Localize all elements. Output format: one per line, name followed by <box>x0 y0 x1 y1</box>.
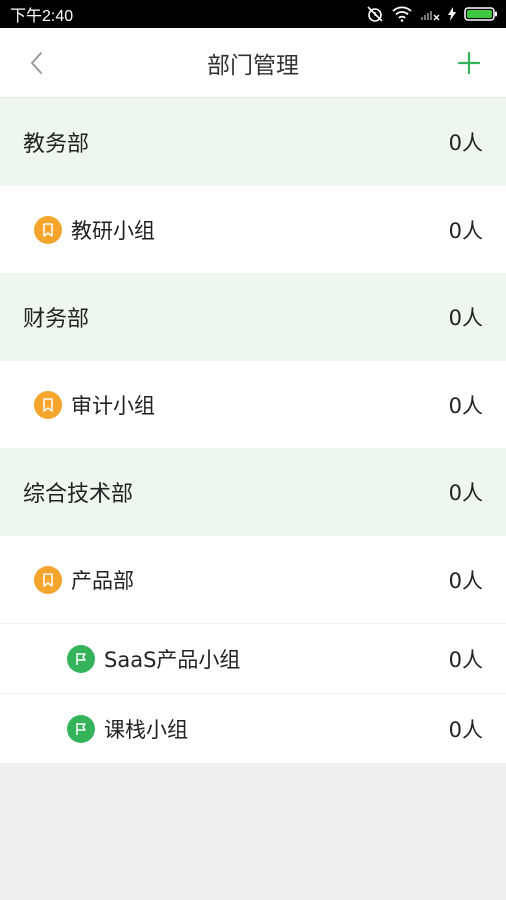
page-title: 部门管理 <box>207 53 299 79</box>
subgroup-row[interactable]: 课栈小组 0人 <box>0 693 506 763</box>
member-count: 0人 <box>448 481 483 505</box>
subgroup-name: 课栈小组 <box>104 717 188 742</box>
department-row[interactable]: 综合技术部 0人 <box>0 448 506 536</box>
member-count: 0人 <box>448 393 483 418</box>
plus-icon <box>457 51 481 75</box>
member-count: 0人 <box>448 568 483 593</box>
status-icons <box>366 5 498 23</box>
department-name: 综合技术部 <box>23 482 134 507</box>
chevron-left-icon <box>31 52 42 74</box>
member-count: 0人 <box>448 647 483 672</box>
department-row[interactable]: 教务部 0人 <box>0 98 506 186</box>
group-row[interactable]: 审计小组 0人 <box>0 361 506 448</box>
member-count: 0人 <box>448 717 483 742</box>
status-bar: 下午2:40 <box>0 0 506 28</box>
member-count: 0人 <box>448 131 483 155</box>
add-department-button[interactable] <box>454 48 484 78</box>
signal-icon <box>421 11 440 21</box>
alarm-off-icon <box>367 6 383 22</box>
group-name: 审计小组 <box>71 393 155 418</box>
department-list: 教务部 0人 教研小组 0人 财务部 0人 审计小组 0人 综合技术部 0人 产… <box>0 98 506 763</box>
flag-icon <box>67 644 95 673</box>
subgroup-name: SaaS产品小组 <box>104 647 241 672</box>
bookmark-icon <box>34 390 62 419</box>
department-name: 教务部 <box>23 132 90 157</box>
battery-icon <box>464 7 497 21</box>
group-name: 教研小组 <box>71 218 155 243</box>
member-count: 0人 <box>448 218 483 243</box>
status-time: 下午2:40 <box>10 8 74 25</box>
wifi-icon <box>392 6 412 22</box>
bookmark-icon <box>34 215 62 244</box>
member-count: 0人 <box>448 306 483 330</box>
back-button[interactable] <box>22 48 50 78</box>
department-row[interactable]: 财务部 0人 <box>0 273 506 361</box>
department-name: 财务部 <box>23 307 90 332</box>
group-row[interactable]: 教研小组 0人 <box>0 186 506 273</box>
group-row[interactable]: 产品部 0人 <box>0 536 506 623</box>
top-navigation-bar: 部门管理 <box>0 28 506 98</box>
subgroup-row[interactable]: SaaS产品小组 0人 <box>0 623 506 693</box>
charging-icon <box>448 7 456 21</box>
group-name: 产品部 <box>71 568 134 593</box>
flag-icon <box>67 714 95 743</box>
bookmark-icon <box>34 565 62 594</box>
